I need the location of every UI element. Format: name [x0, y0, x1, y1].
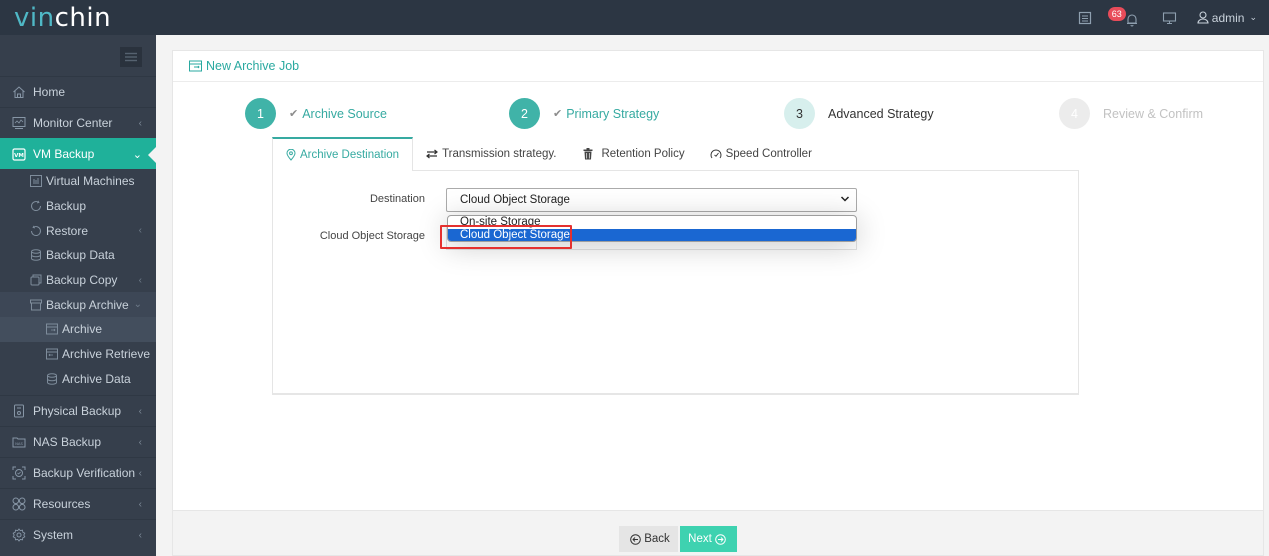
chevron-down-icon: ⌄ [1249, 12, 1257, 22]
chevron-left-icon: ‹ [138, 117, 142, 129]
sidebar-item-backup-copy[interactable]: Backup Copy ‹ [0, 268, 156, 293]
annotation-highlight-box [440, 225, 572, 249]
database-icon [30, 249, 42, 262]
virtual-machines-icon [30, 175, 42, 188]
database-icon [46, 373, 58, 385]
step-primary-strategy[interactable]: 2 ✔ Primary Strategy [509, 98, 659, 129]
sidebar-item-physical-backup[interactable]: Physical Backup ‹ [0, 395, 156, 426]
destination-label: Destination [369, 193, 425, 205]
sidebar-item-backup-archive[interactable]: Backup Archive ⌄ [0, 292, 156, 318]
user-menu[interactable]: admin ⌄ [1197, 11, 1257, 25]
chevron-down-icon [840, 194, 850, 207]
physical-icon [12, 404, 26, 418]
location-pin-icon [286, 149, 296, 161]
sidebar-item-resources[interactable]: Resources ‹ [0, 488, 156, 519]
wizard-steps: 1 ✔ Archive Source 2 ✔ Primary Strategy … [173, 98, 1263, 129]
step-review-confirm: 4 Review & Confirm [1059, 98, 1203, 129]
chevron-down-icon: ⌄ [133, 299, 142, 311]
wizard-footer: Back Next [173, 510, 1263, 555]
sidebar-item-home[interactable]: Home [0, 76, 156, 107]
cloud-object-storage-label: Cloud Object Storage [319, 230, 425, 242]
panel-header: New Archive Job [173, 51, 1263, 82]
next-button[interactable]: Next [680, 526, 737, 552]
tab-archive-destination[interactable]: Archive Destination [272, 137, 414, 171]
sidebar-item-nas-backup[interactable]: NAS NAS Backup ‹ [0, 426, 156, 457]
svg-text:VM: VM [14, 153, 24, 159]
tab-retention-policy[interactable]: Retention Policy [569, 137, 697, 171]
gear-icon [12, 528, 26, 542]
check-icon: ✔ [289, 108, 299, 120]
chevron-left-icon: ‹ [138, 436, 142, 448]
nas-icon: NAS [12, 435, 26, 449]
tab-speed-controller[interactable]: Speed Controller [698, 137, 825, 171]
speedometer-icon [710, 148, 722, 160]
user-name: admin [1211, 10, 1245, 25]
destination-select[interactable]: Cloud Object Storage [446, 188, 857, 212]
sidebar-item-backup[interactable]: Backup [0, 194, 156, 219]
sidebar-item-monitor-center[interactable]: Monitor Center ‹ [0, 107, 156, 138]
sidebar-item-system[interactable]: System ‹ [0, 519, 156, 550]
sidebar-item-virtual-machines[interactable]: Virtual Machines [0, 169, 156, 194]
verification-icon [12, 466, 26, 480]
sidebar-toggle-button[interactable] [120, 47, 142, 67]
monitor-center-icon [12, 116, 26, 130]
bell-icon [1126, 13, 1137, 26]
chevron-left-icon: ‹ [138, 274, 142, 286]
arrow-left-circle-icon [630, 533, 642, 545]
resources-icon [12, 497, 26, 511]
chevron-left-icon: ‹ [138, 529, 142, 541]
tasks-icon[interactable] [1078, 0, 1092, 35]
sidebar-item-vm-backup[interactable]: VM VM Backup ⌄ [0, 138, 156, 169]
chevron-left-icon: ‹ [138, 467, 142, 479]
archive-icon [46, 323, 58, 335]
copy-icon [30, 274, 42, 286]
svg-text:NAS: NAS [15, 441, 23, 446]
archive-box-icon [30, 299, 42, 311]
user-icon [1197, 11, 1209, 24]
sidebar-item-backup-data[interactable]: Backup Data [0, 243, 156, 268]
sidebar-item-archive-retrieve[interactable]: Archive Retrieve [0, 342, 156, 367]
archive-retrieve-icon [46, 348, 58, 360]
exchange-icon [426, 149, 439, 159]
sidebar: Home Monitor Center ‹ VM VM Backup ⌄ Vir… [0, 35, 156, 556]
top-bar: vinchin 63 admin ⌄ [0, 0, 1269, 35]
sidebar-item-restore[interactable]: Restore ‹ [0, 218, 156, 243]
check-icon: ✔ [553, 108, 563, 120]
chevron-down-icon: ⌄ [132, 148, 142, 161]
chevron-left-icon: ‹ [138, 498, 142, 510]
destination-row: Destination [273, 193, 425, 205]
monitor-icon[interactable] [1162, 0, 1177, 35]
sidebar-item-backup-verification[interactable]: Backup Verification ‹ [0, 457, 156, 488]
page-title: New Archive Job [206, 59, 300, 73]
chevron-left-icon: ‹ [138, 405, 142, 417]
chevron-left-icon: ‹ [138, 225, 142, 237]
home-icon [12, 85, 26, 99]
trash-icon [583, 148, 593, 160]
archive-icon [189, 60, 202, 72]
notification-badge: 63 [1107, 7, 1126, 21]
vm-icon: VM [12, 147, 26, 161]
sidebar-item-archive-data[interactable]: Archive Data [0, 367, 156, 392]
cloud-object-storage-row: Cloud Object Storage [273, 230, 425, 242]
new-archive-job-panel: New Archive Job 1 ✔ Archive Source 2 ✔ P… [172, 50, 1264, 556]
strategy-tabs: Archive Destination Transmission strateg… [272, 137, 825, 171]
sidebar-item-archive[interactable]: Archive [0, 317, 156, 342]
backup-icon [30, 200, 42, 212]
step-archive-source[interactable]: 1 ✔ Archive Source [245, 98, 387, 129]
step-advanced-strategy[interactable]: 3 Advanced Strategy [784, 98, 934, 129]
tab-transmission-strategy[interactable]: Transmission strategy. [413, 137, 569, 171]
notifications-button[interactable]: 63 [1107, 0, 1142, 35]
restore-icon [30, 225, 42, 237]
menu-icon [125, 52, 137, 62]
vinchin-logo[interactable]: vinchin [14, 3, 111, 33]
back-button[interactable]: Back [619, 526, 678, 552]
arrow-right-circle-icon [715, 533, 726, 545]
